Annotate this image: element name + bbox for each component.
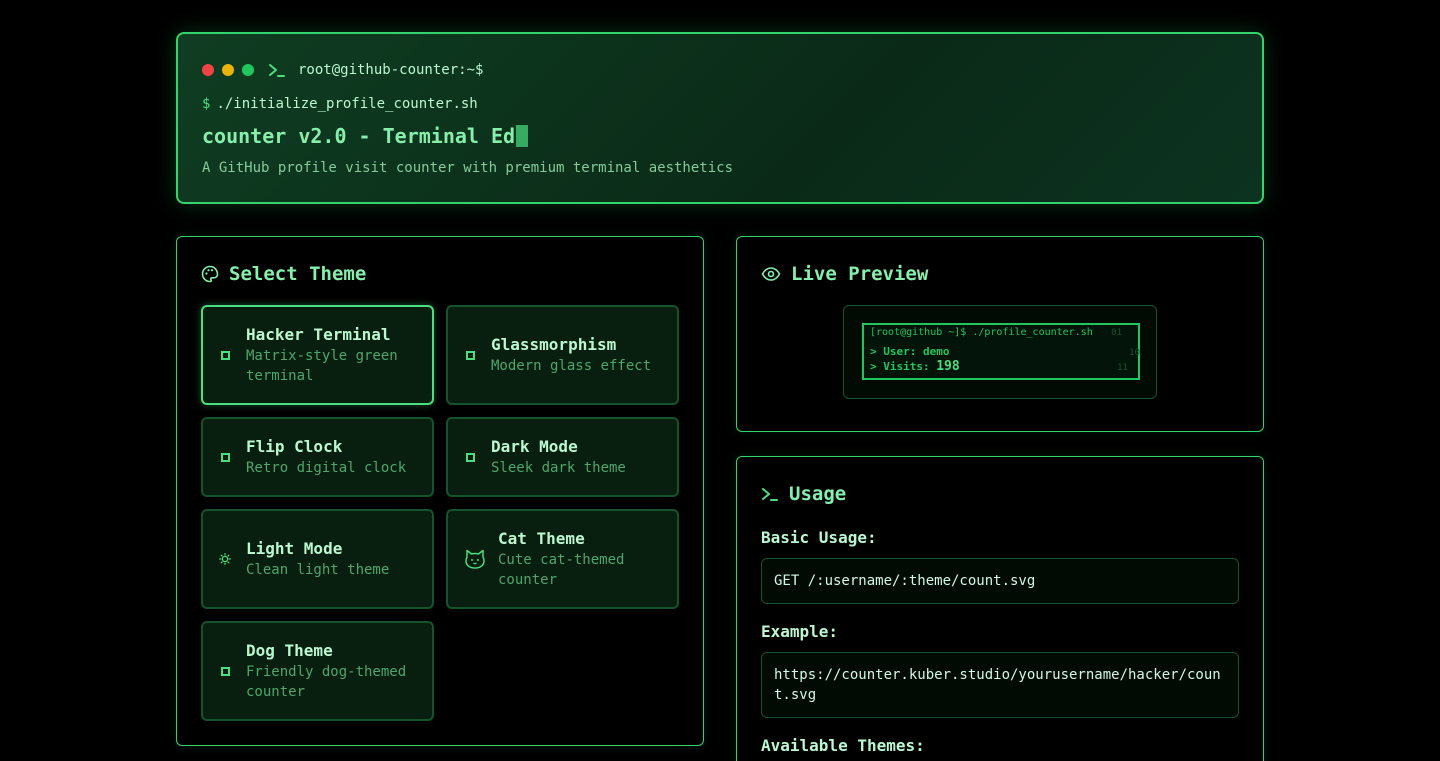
counter-preview: [root@github ~]$ ./profile_counter.sh 01… <box>862 323 1140 380</box>
page-subtitle: A GitHub profile visit counter with prem… <box>202 160 734 176</box>
theme-name: Light Mode <box>246 539 343 558</box>
theme-panel-title: Select Theme <box>229 263 367 285</box>
preview-visits-row: > Visits: 198 <box>870 359 960 374</box>
theme-desc: Sleek dark theme <box>491 460 626 476</box>
prompt-text: root@github-counter:~$ <box>298 62 484 78</box>
page-title-text: counter v2.0 - Terminal Ed <box>202 124 516 148</box>
minimize-dot[interactable] <box>222 64 234 76</box>
square-icon <box>219 350 231 360</box>
theme-card-dark-mode[interactable]: Dark Mode Sleek dark theme <box>446 417 679 497</box>
preview-user-label: > User: <box>870 345 917 358</box>
theme-panel-heading: Select Theme <box>201 263 366 285</box>
preview-panel-title: Live Preview <box>791 263 929 285</box>
page-title: counter v2.0 - Terminal Ed <box>202 124 529 148</box>
palette-icon <box>201 265 219 283</box>
preview-user-value: demo <box>922 345 950 358</box>
maximize-dot[interactable] <box>242 64 254 76</box>
preview-line-number: 01 <box>1111 328 1122 338</box>
sun-icon <box>219 552 231 566</box>
theme-card-dog-theme[interactable]: Dog Theme Friendly dog-themed counter <box>201 621 434 721</box>
theme-desc: Retro digital clock <box>246 460 407 476</box>
square-icon <box>219 452 231 462</box>
cat-icon <box>464 548 486 570</box>
theme-card-light-mode[interactable]: Light Mode Clean light theme <box>201 509 434 609</box>
available-themes-label: Available Themes: <box>761 736 925 755</box>
preview-user-row: > User: demo <box>870 345 949 358</box>
theme-card-hacker-terminal[interactable]: Hacker Terminal Matrix-style green termi… <box>201 305 434 405</box>
terminal-icon <box>762 488 778 501</box>
command-text: ./initialize_profile_counter.sh <box>216 96 478 112</box>
theme-name: Hacker Terminal <box>246 325 391 344</box>
preview-panel-heading: Live Preview <box>761 263 928 285</box>
preview-line-number: 10 <box>1129 348 1140 358</box>
theme-name: Cat Theme <box>498 529 585 548</box>
usage-panel-title: Usage <box>789 483 847 505</box>
theme-card-glassmorphism[interactable]: Glassmorphism Modern glass effect <box>446 305 679 405</box>
preview-command-line: [root@github ~]$ ./profile_counter.sh <box>870 327 1093 338</box>
square-icon <box>464 350 476 360</box>
command-dollar: $ <box>202 96 211 112</box>
theme-name: Dark Mode <box>491 437 578 456</box>
preview-panel: Live Preview [root@github ~]$ ./profile_… <box>736 236 1264 432</box>
preview-line-number: 11 <box>1117 363 1128 373</box>
command-line: $ ./initialize_profile_counter.sh <box>202 96 478 112</box>
usage-panel: Usage Basic Usage: GET /:username/:theme… <box>736 456 1264 761</box>
basic-usage-code[interactable]: GET /:username/:theme/count.svg <box>761 558 1239 604</box>
example-label: Example: <box>761 622 839 641</box>
square-icon <box>464 452 476 462</box>
theme-card-flip-clock[interactable]: Flip Clock Retro digital clock <box>201 417 434 497</box>
close-dot[interactable] <box>202 64 214 76</box>
basic-usage-label: Basic Usage: <box>761 528 877 547</box>
theme-desc: Modern glass effect <box>491 358 652 374</box>
theme-desc: Clean light theme <box>246 562 390 578</box>
theme-desc: Matrix-style green terminal <box>246 348 398 384</box>
theme-desc: Cute cat-themed counter <box>498 552 625 588</box>
example-code[interactable]: https://counter.kuber.studio/yourusernam… <box>761 652 1239 718</box>
preview-visits-value: 198 <box>936 359 960 374</box>
theme-name: Glassmorphism <box>491 335 617 354</box>
eye-icon <box>761 267 781 281</box>
theme-name: Flip Clock <box>246 437 343 456</box>
theme-name: Dog Theme <box>246 641 333 660</box>
theme-card-cat-theme[interactable]: Cat Theme Cute cat-themed counter <box>446 509 679 609</box>
blinking-cursor <box>516 125 529 147</box>
usage-panel-heading: Usage <box>761 483 846 505</box>
theme-panel: Select Theme Hacker Terminal Matrix-styl… <box>176 236 704 746</box>
square-icon <box>219 666 231 676</box>
terminal-icon <box>269 64 285 77</box>
header-terminal: root@github-counter:~$ $ ./initialize_pro… <box>176 32 1264 204</box>
window-controls: root@github-counter:~$ <box>202 62 483 78</box>
preview-visits-label: > Visits: <box>870 360 930 373</box>
preview-container: [root@github ~]$ ./profile_counter.sh 01… <box>843 305 1157 399</box>
theme-desc: Friendly dog-themed counter <box>246 664 407 700</box>
